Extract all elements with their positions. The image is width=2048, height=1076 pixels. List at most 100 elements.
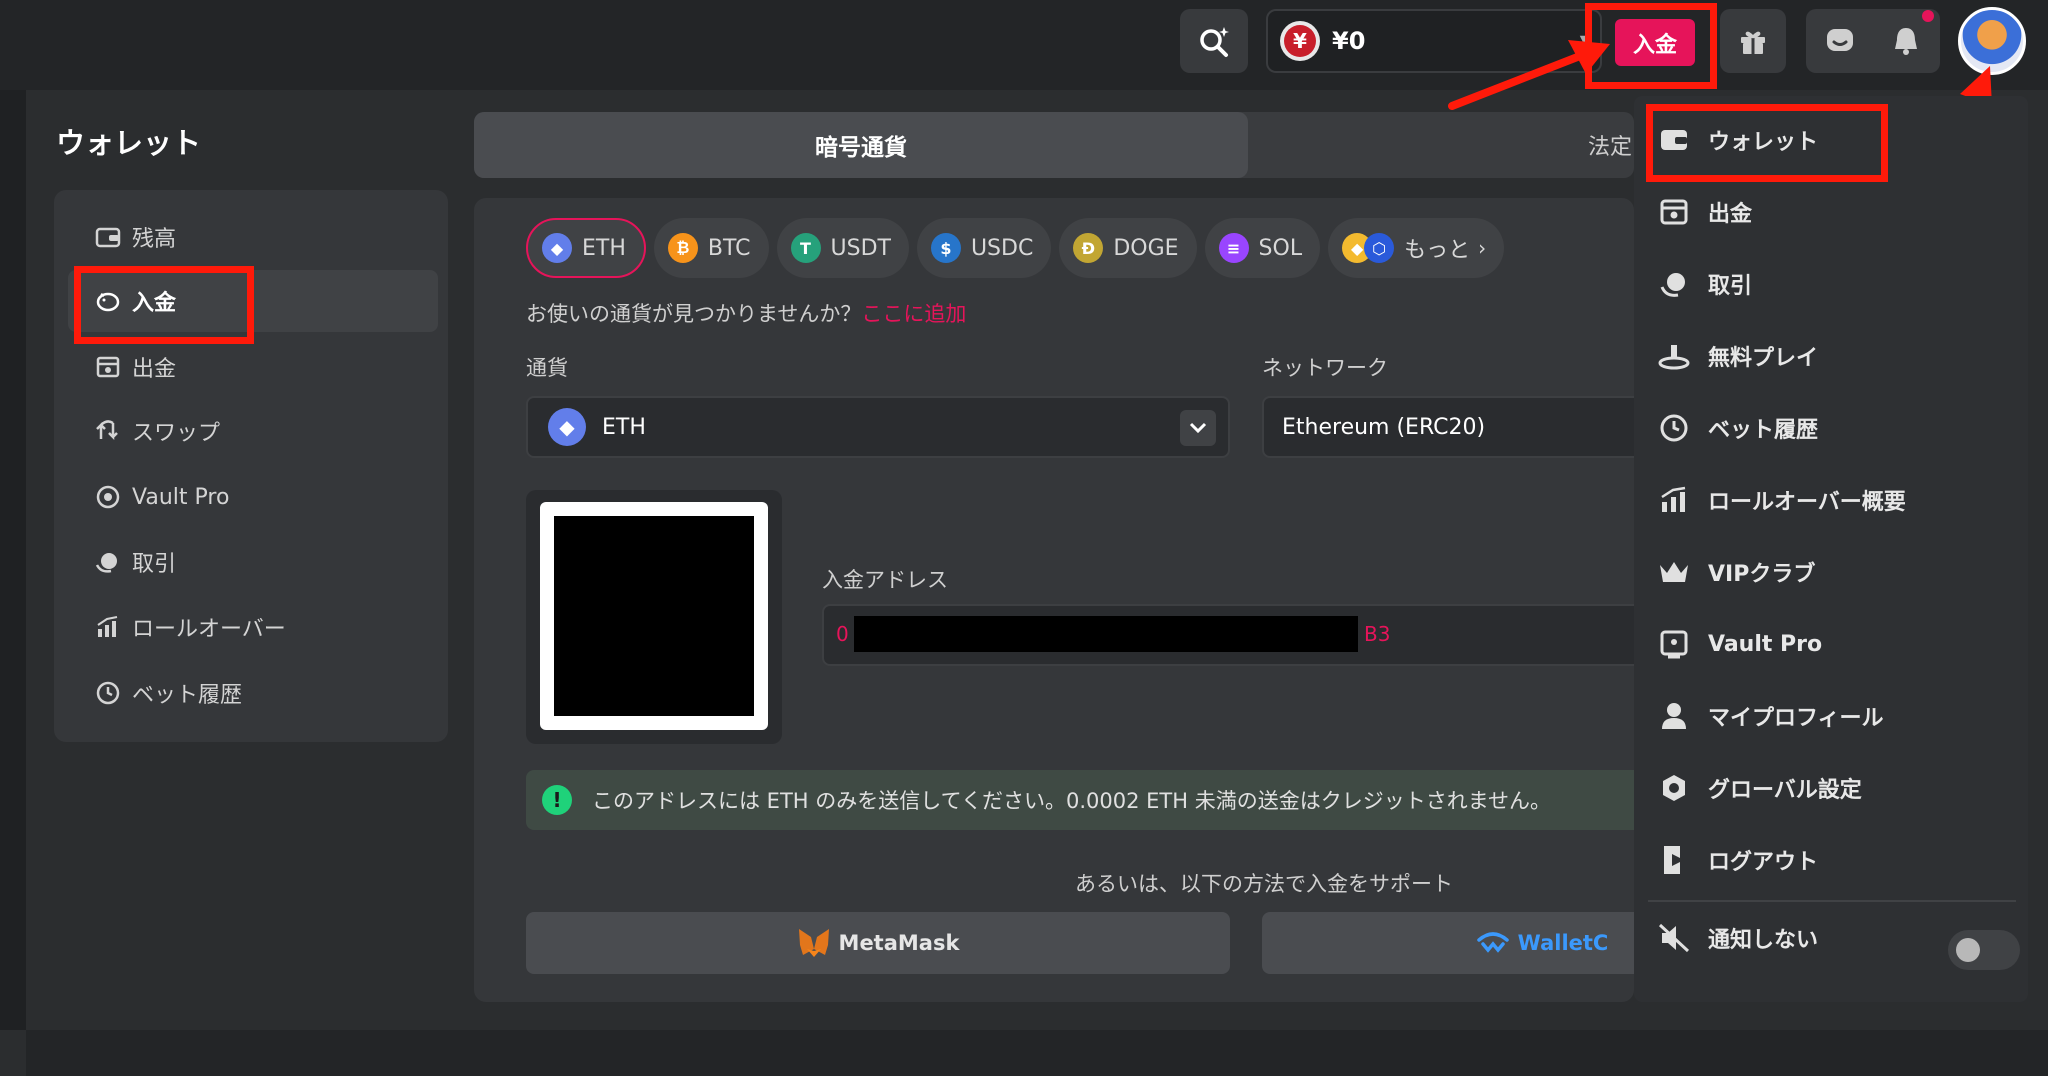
metamask-button[interactable]: MetaMask [526, 912, 1230, 974]
trade-icon [1658, 268, 1690, 300]
chevron-down-icon[interactable] [1180, 410, 1216, 446]
tab-crypto[interactable]: 暗号通貨 [474, 112, 1248, 178]
hint-text: お使いの通貨が見つかりませんか？ [526, 302, 862, 326]
chat-icon[interactable] [1824, 25, 1856, 57]
deposit-type-tabs: 暗号通貨 法定 [474, 112, 1634, 178]
menu-item-global-settings[interactable]: グローバル設定 [1658, 758, 2018, 818]
bar-chart-icon [94, 613, 122, 641]
trade-icon [94, 548, 122, 576]
exclamation-icon: ! [542, 785, 572, 815]
walletconnect-icon [1476, 932, 1509, 953]
menu-item-my-profile[interactable]: マイプロフィール [1658, 686, 2018, 746]
warning-banner: ! このアドレスには ETH のみを送信してください。0.0002 ETH 未満… [526, 770, 1646, 830]
qr-code [540, 502, 768, 730]
doge-coin-icon: Ð [1073, 233, 1104, 263]
metamask-fox-icon [798, 929, 829, 957]
chip-label: もっと [1404, 238, 1471, 263]
deposit-panel: ◆ ETH ₿ BTC T USDT $ USDC Ð DOGE ≡ SOL ◆… [474, 198, 1646, 1002]
menu-item-vault-pro[interactable]: Vault Pro [1658, 614, 2018, 674]
currency-label: 通貨 [526, 356, 568, 380]
sol-coin-icon: ≡ [1218, 233, 1249, 263]
chip-usdt[interactable]: T USDT [776, 218, 909, 278]
menu-item-trade[interactable]: 取引 [1658, 254, 2018, 314]
swap-icon [94, 417, 122, 445]
annotation-box-sidebar-deposit [74, 266, 254, 344]
usdt-coin-icon: T [790, 233, 821, 263]
gift-button[interactable] [1720, 9, 1786, 73]
speaker-mute-icon [1658, 922, 1690, 954]
address-suffix: B3 [1364, 622, 1391, 646]
balance-value: ¥0 [1332, 27, 1366, 55]
menu-item-vip-club[interactable]: VIPクラブ [1658, 542, 2018, 602]
currency-select[interactable]: ◆ ETH [526, 396, 1230, 458]
menu-item-mute: 通知しない [1658, 908, 2020, 970]
bell-icon[interactable] [1890, 25, 1922, 57]
sidebar-item-label: ベット履歴 [132, 683, 243, 708]
sidebar-item-bet-history[interactable]: ベット履歴 [94, 662, 434, 724]
chip-label: USDT [830, 235, 891, 261]
metamask-label: MetaMask [838, 931, 960, 955]
menu-item-label: 取引 [1708, 274, 1753, 299]
menu-item-label: ロールオーバー概要 [1708, 490, 1906, 515]
chevron-right-icon: › [1478, 236, 1487, 260]
chip-sol[interactable]: ≡ SOL [1204, 218, 1321, 278]
tab-fiat[interactable]: 法定 [1588, 112, 1632, 178]
wallet-icon [94, 223, 122, 251]
sidebar-item-label: スワップ [132, 421, 221, 446]
sidebar-item-balance[interactable]: 残高 [94, 206, 434, 268]
chip-usdc[interactable]: $ USDC [916, 218, 1052, 278]
address-redacted [854, 616, 1358, 652]
network-select[interactable]: Ethereum (ERC20) [1262, 396, 1642, 458]
crown-icon [1658, 556, 1690, 588]
menu-item-label: VIPクラブ [1708, 562, 1816, 587]
sidebar-item-rollover[interactable]: ロールオーバー [94, 596, 434, 658]
page-footer [26, 1030, 2048, 1076]
clock-icon [1658, 412, 1690, 444]
currency-value: ETH [602, 414, 646, 440]
vault-icon [94, 483, 122, 511]
walletconnect-button[interactable]: WalletC [1262, 912, 1642, 974]
menu-item-free-play[interactable]: 無料プレイ [1658, 326, 2018, 386]
menu-item-label: 出金 [1708, 202, 1753, 227]
add-currency-link[interactable]: ここに追加 [861, 302, 966, 326]
account-menu: ウォレット 出金 取引 無料プレイ ベット履歴 ロールオーバー概要 VIPクラブ… [1634, 96, 2028, 1002]
menu-item-label: ベット履歴 [1708, 418, 1819, 443]
gear-icon [1658, 772, 1690, 804]
chip-btc[interactable]: ₿ BTC [653, 218, 769, 278]
menu-item-label: Vault Pro [1708, 631, 1823, 657]
menu-divider [1648, 900, 2016, 902]
chip-doge[interactable]: Ð DOGE [1059, 218, 1197, 278]
bar-chart-icon [1658, 484, 1690, 516]
deposit-address-label: 入金アドレス [822, 568, 948, 592]
usdc-coin-icon: $ [930, 233, 961, 263]
left-edge [0, 90, 26, 1030]
mute-toggle[interactable] [1948, 930, 2020, 970]
gift-icon [1741, 31, 1765, 54]
sidebar-item-label: 残高 [132, 227, 177, 252]
qr-code-frame [526, 490, 782, 744]
chip-label: DOGE [1113, 235, 1179, 261]
sidebar-item-withdraw[interactable]: 出金 [94, 336, 434, 398]
sidebar-item-trade[interactable]: 取引 [94, 531, 434, 593]
menu-item-logout[interactable]: ログアウト [1658, 830, 2018, 890]
chip-more[interactable]: ◆ ⬡ もっと › [1328, 218, 1505, 278]
chip-label: SOL [1258, 235, 1303, 261]
menu-item-bet-history[interactable]: ベット履歴 [1658, 398, 2018, 458]
menu-item-rollover-overview[interactable]: ロールオーバー概要 [1658, 470, 2018, 530]
deposit-address-field[interactable]: 0 B3 [822, 604, 1642, 666]
btc-coin-icon: ₿ [667, 233, 698, 263]
annotation-arrow-deposit [1448, 40, 1610, 110]
walletconnect-label: WalletC [1517, 931, 1609, 955]
menu-item-withdraw[interactable]: 出金 [1658, 182, 2018, 242]
link-coin-icon: ⬡ [1364, 233, 1395, 263]
sidebar-item-vault-pro[interactable]: Vault Pro [94, 466, 434, 528]
sidebar-item-swap[interactable]: スワップ [94, 400, 434, 462]
search-button[interactable] [1180, 9, 1248, 73]
free-play-icon [1658, 340, 1690, 372]
menu-item-label: ログアウト [1708, 850, 1819, 875]
menu-item-label: 通知しない [1708, 928, 1819, 953]
network-value: Ethereum (ERC20) [1282, 414, 1486, 440]
chip-eth[interactable]: ◆ ETH [526, 218, 646, 278]
sidebar-item-label: ロールオーバー [132, 617, 286, 642]
warning-text: このアドレスには ETH のみを送信してください。0.0002 ETH 未満の送… [592, 789, 1552, 813]
